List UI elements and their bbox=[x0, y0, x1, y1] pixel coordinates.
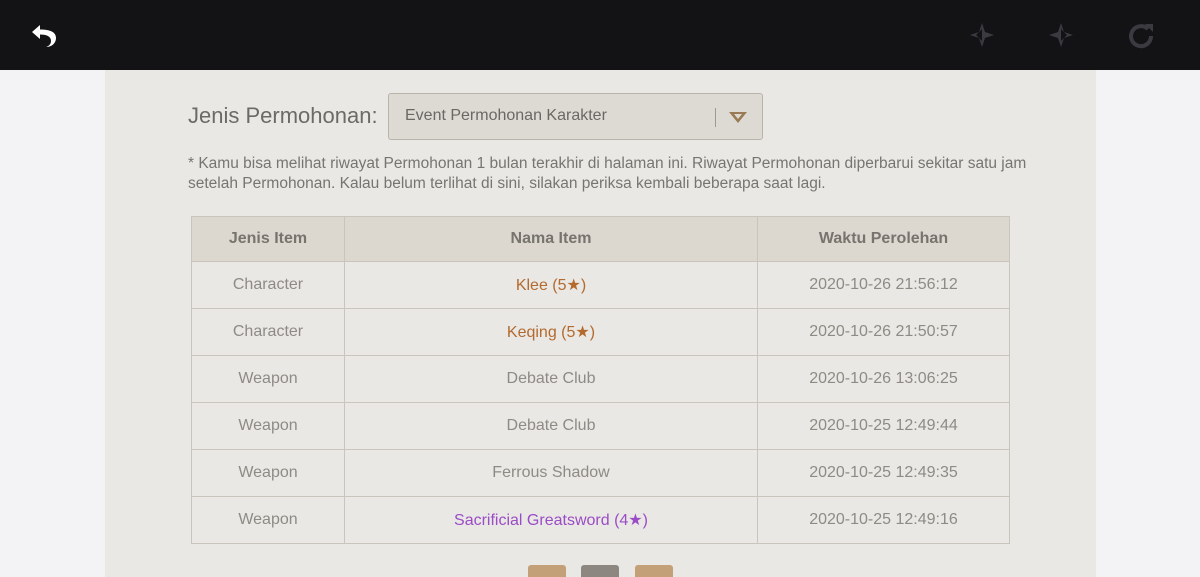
table-row: Weapon Ferrous Shadow 2020-10-25 12:49:3… bbox=[191, 449, 1010, 497]
item-type-cell: Weapon bbox=[191, 449, 345, 497]
top-bar bbox=[0, 0, 1200, 70]
table-row: Character Klee (5★) 2020-10-26 21:56:12 bbox=[191, 261, 1010, 309]
item-name-cell: Ferrous Shadow bbox=[344, 449, 758, 497]
item-type-cell: Character bbox=[191, 308, 345, 356]
acquired-time-cell: 2020-10-26 21:56:12 bbox=[757, 261, 1010, 309]
acquired-time-cell: 2020-10-26 21:50:57 bbox=[757, 308, 1010, 356]
item-name-cell: Debate Club bbox=[344, 402, 758, 450]
back-button[interactable] bbox=[27, 18, 61, 52]
header-item-name: Nama Item bbox=[344, 216, 758, 262]
table-row: Weapon Debate Club 2020-10-25 12:49:44 bbox=[191, 402, 1010, 450]
acquired-time-cell: 2020-10-26 13:06:25 bbox=[757, 355, 1010, 403]
acquired-time-cell: 2020-10-25 12:49:35 bbox=[757, 449, 1010, 497]
item-type-cell: Weapon bbox=[191, 402, 345, 450]
table-row: Character Keqing (5★) 2020-10-26 21:50:5… bbox=[191, 308, 1010, 356]
wish-history-panel: Jenis Permohonan: Event Permohonan Karak… bbox=[105, 70, 1096, 577]
item-name-cell: Debate Club bbox=[344, 355, 758, 403]
item-name-cell: Sacrificial Greatsword (4★) bbox=[344, 496, 758, 544]
item-name-cell: Klee (5★) bbox=[344, 261, 758, 309]
back-arrow-icon bbox=[32, 25, 56, 47]
header-item-type: Jenis Item bbox=[191, 216, 345, 262]
previous-button[interactable] bbox=[965, 18, 999, 52]
page-next-button[interactable] bbox=[635, 565, 673, 577]
refresh-icon bbox=[1129, 24, 1154, 49]
chevron-down-icon bbox=[729, 112, 747, 123]
item-name-cell: Keqing (5★) bbox=[344, 308, 758, 356]
prev-star-icon bbox=[970, 23, 994, 47]
page-prev-button[interactable] bbox=[528, 565, 566, 577]
page-current-indicator bbox=[581, 565, 619, 577]
item-type-cell: Weapon bbox=[191, 355, 345, 403]
wish-type-selected: Event Permohonan Karakter bbox=[405, 107, 607, 124]
wish-history-table: Jenis Item Nama Item Waktu Perolehan Cha… bbox=[191, 216, 1010, 544]
history-note: * Kamu bisa melihat riwayat Permohonan 1… bbox=[188, 155, 1027, 192]
dropdown-divider bbox=[715, 108, 716, 127]
next-button[interactable] bbox=[1044, 18, 1078, 52]
item-type-cell: Weapon bbox=[191, 496, 345, 544]
header-acquired-time: Waktu Perolehan bbox=[757, 216, 1010, 262]
acquired-time-cell: 2020-10-25 12:49:44 bbox=[757, 402, 1010, 450]
acquired-time-cell: 2020-10-25 12:49:16 bbox=[757, 496, 1010, 544]
table-row: Weapon Sacrificial Greatsword (4★) 2020-… bbox=[191, 496, 1010, 544]
next-star-icon bbox=[1049, 23, 1073, 47]
wish-type-label: Jenis Permohonan: bbox=[188, 103, 378, 128]
wish-type-dropdown[interactable]: Event Permohonan Karakter bbox=[388, 93, 763, 140]
item-type-cell: Character bbox=[191, 261, 345, 309]
refresh-button[interactable] bbox=[1124, 18, 1158, 52]
table-row: Weapon Debate Club 2020-10-26 13:06:25 bbox=[191, 355, 1010, 403]
table-header-row: Jenis Item Nama Item Waktu Perolehan bbox=[191, 216, 1010, 262]
